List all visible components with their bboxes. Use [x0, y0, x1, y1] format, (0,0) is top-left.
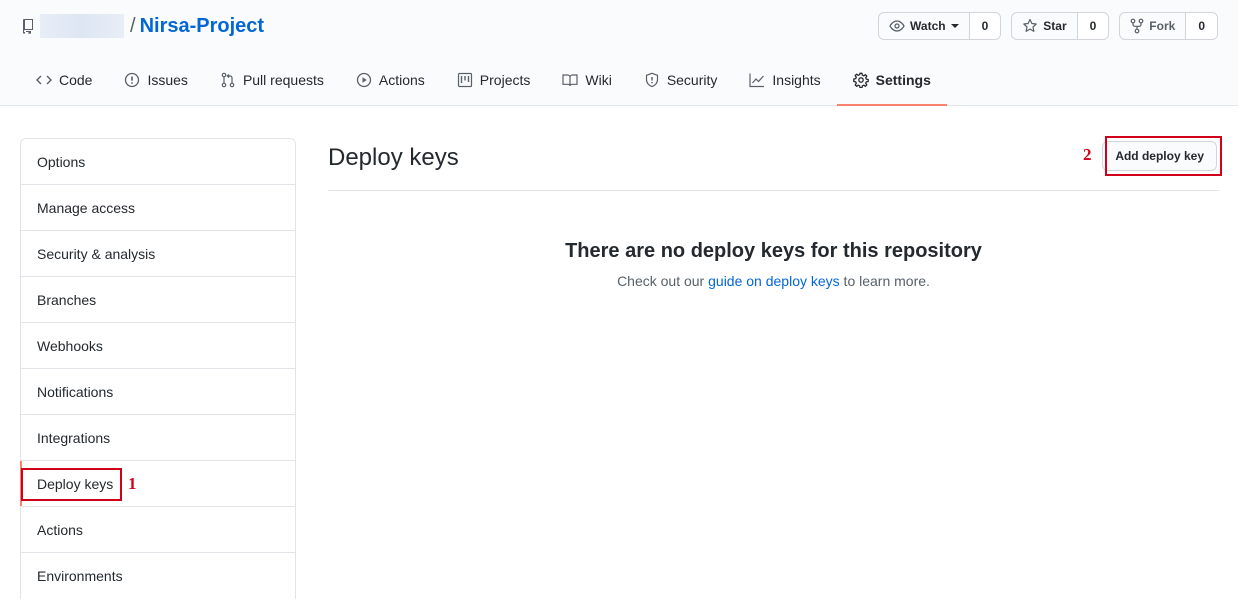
tab-wiki[interactable]: Wiki — [546, 56, 627, 106]
sidebar-item-actions[interactable]: Actions — [21, 507, 295, 553]
watch-button-group: Watch 0 — [878, 12, 1002, 40]
project-icon — [457, 72, 472, 88]
graph-icon — [749, 73, 765, 88]
tab-security[interactable]: Security — [628, 56, 734, 106]
tab-actions[interactable]: Actions — [340, 56, 441, 106]
play-icon — [356, 72, 372, 88]
tab-settings-label: Settings — [875, 72, 931, 88]
sidebar-item-branches[interactable]: Branches — [21, 277, 295, 323]
issue-icon — [125, 72, 140, 88]
star-button-group: Star 0 — [1011, 12, 1110, 40]
annotation-box-deploy-keys — [21, 468, 122, 501]
sidebar-item-manage-access[interactable]: Manage access — [21, 185, 295, 231]
tab-projects[interactable]: Projects — [441, 56, 547, 106]
blankslate-text-after: to learn more. — [839, 273, 930, 289]
sidebar-item-options[interactable]: Options — [21, 139, 295, 185]
shield-icon — [645, 72, 658, 88]
sidebar-item-environments[interactable]: Environments — [21, 553, 295, 599]
repo-header: / Nirsa-Project Watch 0 Star 0 Fork 0 Co… — [0, 0, 1238, 106]
gear-icon — [852, 72, 869, 88]
tab-issues-label: Issues — [147, 72, 188, 88]
tab-insights-label: Insights — [772, 72, 821, 88]
star-button[interactable]: Star — [1012, 13, 1078, 39]
sidebar-item-webhooks[interactable]: Webhooks — [21, 323, 295, 369]
fork-button-group: Fork 0 — [1119, 12, 1218, 40]
repo-nav: Code Issues Pull requests Actions Projec… — [20, 56, 947, 106]
star-icon — [1023, 18, 1038, 32]
tab-security-label: Security — [666, 72, 718, 88]
pagehead-actions: Watch 0 Star 0 Fork 0 — [878, 12, 1218, 40]
deploy-keys-guide-link[interactable]: guide on deploy keys — [708, 273, 840, 289]
fork-count[interactable]: 0 — [1186, 13, 1217, 39]
star-label: Star — [1043, 19, 1067, 33]
code-icon — [36, 75, 52, 85]
caret-down-icon — [950, 24, 959, 28]
tab-insights[interactable]: Insights — [733, 56, 836, 106]
tab-issues[interactable]: Issues — [108, 56, 203, 106]
tab-code-label: Code — [59, 72, 93, 88]
fork-icon — [1130, 18, 1144, 34]
book-icon — [562, 74, 578, 87]
annotation-number-2: 2 — [1083, 145, 1092, 164]
tab-code[interactable]: Code — [20, 56, 108, 106]
tab-pull-requests-label: Pull requests — [242, 72, 324, 88]
tab-settings[interactable]: Settings — [836, 56, 947, 106]
repo-title: / Nirsa-Project — [20, 12, 264, 40]
tab-projects-label: Projects — [479, 72, 531, 88]
tab-pull-requests[interactable]: Pull requests — [204, 56, 340, 106]
annotation-number-1: 1 — [128, 474, 137, 493]
watch-count[interactable]: 0 — [969, 13, 1001, 39]
pull-request-icon — [221, 72, 235, 88]
blankslate-text-before: Check out our — [617, 273, 709, 289]
eye-icon — [889, 20, 905, 32]
sidebar-item-notifications[interactable]: Notifications — [21, 369, 295, 415]
fork-button[interactable]: Fork — [1120, 13, 1187, 39]
path-separator: / — [130, 14, 136, 37]
blankslate: There are no deploy keys for this reposi… — [328, 240, 1219, 289]
tab-wiki-label: Wiki — [585, 72, 612, 88]
repo-icon — [20, 18, 36, 34]
blankslate-title: There are no deploy keys for this reposi… — [565, 240, 982, 262]
repo-owner-redacted[interactable] — [40, 14, 124, 38]
sidebar-item-security-analysis[interactable]: Security & analysis — [21, 231, 295, 277]
tab-actions-label: Actions — [378, 72, 425, 88]
watch-label: Watch — [910, 19, 946, 33]
repo-name-link[interactable]: Nirsa-Project — [140, 15, 265, 38]
annotation-box-add-deploy-key — [1105, 136, 1222, 176]
settings-sidebar: Options Manage access Security & analysi… — [20, 138, 296, 599]
star-count[interactable]: 0 — [1077, 13, 1109, 39]
page-title: Deploy keys — [328, 144, 459, 171]
blankslate-text: Check out our guide on deploy keys to le… — [328, 273, 1219, 289]
watch-button[interactable]: Watch — [879, 13, 970, 39]
sidebar-item-integrations[interactable]: Integrations — [21, 415, 295, 461]
fork-label: Fork — [1149, 19, 1176, 33]
